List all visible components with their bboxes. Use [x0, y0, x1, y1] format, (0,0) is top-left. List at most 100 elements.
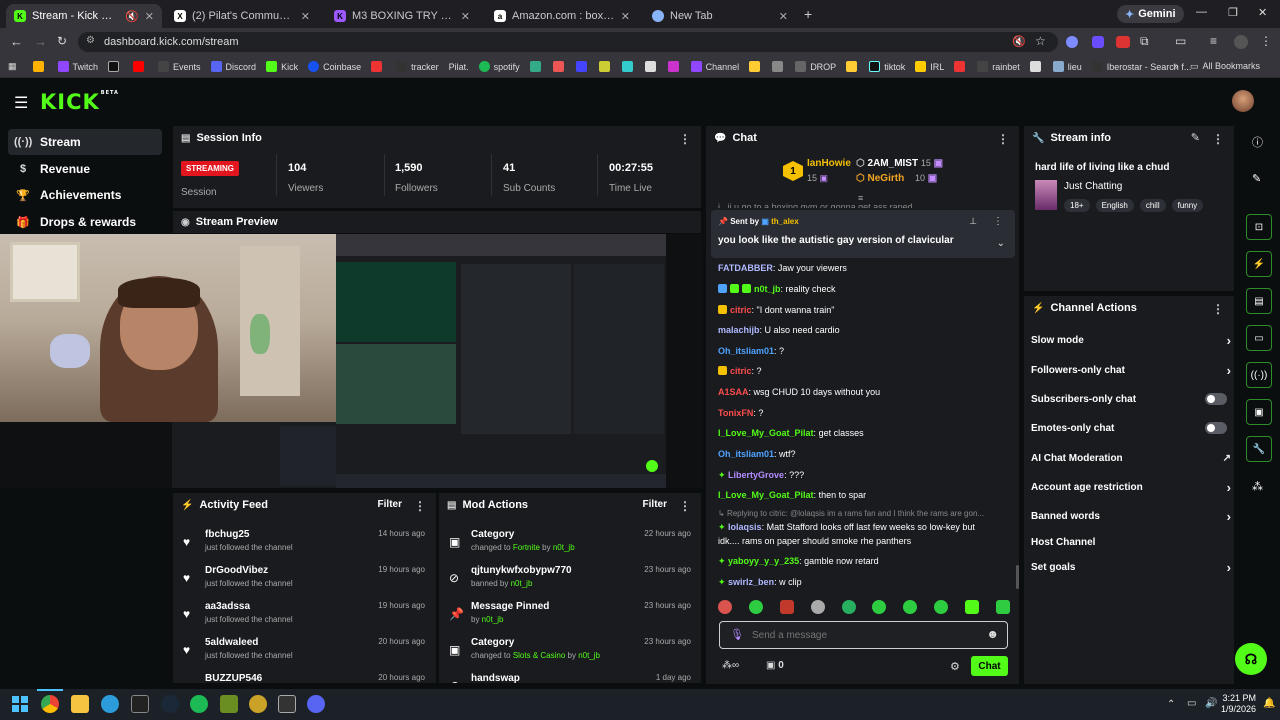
- close-tab-icon[interactable]: ✕: [301, 10, 310, 23]
- chat-username[interactable]: I_Love_My_Goat_Pilat: [718, 490, 814, 500]
- bookmark-item[interactable]: [1029, 61, 1045, 72]
- activity-user[interactable]: 5aldwaleed: [205, 637, 258, 648]
- forward-icon[interactable]: →: [34, 34, 47, 49]
- mod-action-moderator[interactable]: n0t_jb: [482, 615, 504, 624]
- chat-username[interactable]: I_Love_My_Goat_Pilat: [718, 428, 814, 438]
- emote-icon[interactable]: [872, 600, 887, 614]
- chat-settings-icon[interactable]: ⚙: [950, 660, 960, 673]
- wrench-icon[interactable]: 🔧: [1246, 436, 1272, 462]
- close-tab-icon[interactable]: ✕: [461, 10, 470, 23]
- app-icon[interactable]: [249, 695, 267, 713]
- activity-user[interactable]: DrGoodVibez: [205, 565, 268, 576]
- system-tray-chevron-icon[interactable]: ⌃: [1167, 699, 1175, 710]
- chat-username[interactable]: TonixFN: [718, 408, 753, 418]
- profile-avatar-icon[interactable]: [1234, 35, 1248, 49]
- more-options-icon[interactable]: ⋮: [1212, 302, 1224, 316]
- bookmark-twitch[interactable]: Twitch: [57, 61, 98, 72]
- close-tab-icon[interactable]: ✕: [145, 10, 154, 23]
- chat-username[interactable]: n0t_jb: [754, 284, 781, 294]
- spotify-taskbar-icon[interactable]: [190, 695, 208, 713]
- chat-username[interactable]: malachijb: [718, 325, 760, 335]
- bookmark-drop[interactable]: DROP: [795, 61, 836, 72]
- tab-new-tab[interactable]: New Tab ✕: [644, 4, 796, 28]
- microphone-icon[interactable]: 🎙: [730, 628, 744, 641]
- stream-preview-video[interactable]: [0, 234, 703, 488]
- bookmark-x[interactable]: [108, 61, 123, 72]
- kicks-balance[interactable]: ▣ 0: [766, 660, 784, 671]
- more-options-icon[interactable]: ⋮: [997, 132, 1009, 146]
- media-muted-icon[interactable]: 🔇: [1012, 35, 1026, 48]
- emote-icon[interactable]: [748, 600, 763, 614]
- host-channel-row[interactable]: Host Channel: [1031, 533, 1231, 551]
- user-avatar[interactable]: [1232, 90, 1254, 112]
- chat-username[interactable]: Oh_itsliam01: [718, 346, 774, 356]
- extension-icon[interactable]: [1092, 36, 1104, 48]
- activity-user[interactable]: fbchug25: [205, 529, 249, 540]
- chat-input-box[interactable]: 🎙 ☻: [719, 621, 1008, 649]
- pinned-more-icon[interactable]: ⋮: [993, 216, 1003, 227]
- extension-icon[interactable]: [1066, 36, 1078, 48]
- minecraft-icon[interactable]: [220, 695, 238, 713]
- bookmark-pilat[interactable]: Pilat.: [449, 62, 469, 72]
- windows-start-icon[interactable]: [12, 696, 28, 712]
- bookmark-channel[interactable]: Channel: [690, 61, 739, 72]
- bookmark-item[interactable]: [667, 61, 683, 72]
- pinned-user[interactable]: th_alex: [771, 217, 799, 226]
- bookmark-spotify[interactable]: spotify: [478, 61, 520, 72]
- info-icon[interactable]: ⓘ: [1252, 134, 1263, 150]
- bookmark-kick[interactable]: Kick: [266, 61, 298, 72]
- tab-amazon[interactable]: a Amazon.com : boxing gloves 14 ✕: [486, 4, 638, 28]
- bookmark-rainbet[interactable]: rainbet: [977, 61, 1020, 72]
- more-bookmarks-icon[interactable]: »: [1173, 61, 1179, 72]
- bookmark-tracker[interactable]: tracker: [396, 61, 439, 72]
- set-goals-row[interactable]: Set goals ›: [1031, 558, 1231, 576]
- file-explorer-icon[interactable]: [71, 695, 89, 713]
- unpin-icon[interactable]: ⊥: [969, 216, 977, 227]
- sidebar-item-revenue[interactable]: $ Revenue: [8, 156, 162, 182]
- reload-icon[interactable]: ↻: [57, 34, 67, 48]
- chat-bubble-icon[interactable]: ▭: [1246, 325, 1272, 351]
- banned-words-row[interactable]: Banned words ›: [1031, 507, 1231, 525]
- edit-pencil-icon[interactable]: ✎: [1191, 131, 1200, 144]
- bookmark-item[interactable]: [32, 61, 48, 72]
- leaderboard-user[interactable]: NeGirth: [868, 173, 905, 184]
- bookmark-item[interactable]: [371, 61, 386, 72]
- maximize-button[interactable]: ❐: [1228, 6, 1238, 19]
- emote-icon[interactable]: [779, 600, 794, 614]
- bookmark-coinbase[interactable]: Coinbase: [308, 61, 361, 72]
- mod-tools-icon[interactable]: ▣: [1246, 399, 1272, 425]
- tab-boxing-tryouts[interactable]: K M3 BOXING TRY OUTS !! WHO ✕: [326, 4, 478, 28]
- more-options-icon[interactable]: ⋮: [414, 499, 426, 513]
- steam-icon[interactable]: [161, 695, 179, 713]
- all-bookmarks-button[interactable]: ▭ All Bookmarks: [1190, 61, 1260, 72]
- kick-logo[interactable]: KICKBETA: [40, 90, 119, 114]
- more-options-icon[interactable]: ⋮: [679, 132, 691, 146]
- emoji-picker-icon[interactable]: ☻: [986, 627, 999, 641]
- chevron-down-icon[interactable]: ⌄: [997, 238, 1005, 249]
- chat-username[interactable]: A1SAA: [718, 387, 749, 397]
- channel-points-icon[interactable]: ⁂∞: [722, 660, 739, 671]
- new-tab-button[interactable]: +: [804, 6, 812, 22]
- browser-menu-icon[interactable]: ⋮: [1260, 34, 1272, 48]
- mod-action-moderator[interactable]: n0t_jb: [511, 579, 533, 588]
- filter-button[interactable]: Filter: [378, 499, 402, 510]
- back-icon[interactable]: ←: [10, 34, 23, 49]
- emote-icon[interactable]: [995, 600, 1010, 614]
- mod-action-moderator[interactable]: n0t_jb: [578, 651, 600, 660]
- emote-icon[interactable]: [718, 600, 732, 614]
- chat-message-input[interactable]: [752, 627, 972, 643]
- mute-tab-icon[interactable]: 🔇: [125, 10, 139, 23]
- network-icon[interactable]: ▭: [1187, 698, 1196, 709]
- bookmark-item[interactable]: [529, 61, 545, 72]
- sidebar-item-drops[interactable]: 🎁 Drops & rewards: [8, 209, 162, 235]
- discord-taskbar-icon[interactable]: [307, 695, 325, 713]
- site-info-icon[interactable]: ⚙: [86, 35, 95, 46]
- leaderboard-user[interactable]: 2AM_MIST: [868, 158, 919, 169]
- category-thumbnail[interactable]: [1035, 180, 1057, 210]
- bookmark-item[interactable]: [749, 61, 764, 72]
- emote-icon[interactable]: [903, 600, 918, 614]
- account-age-row[interactable]: Account age restriction ›: [1031, 478, 1231, 496]
- cast-icon[interactable]: ▭: [1175, 34, 1186, 48]
- mod-action-target[interactable]: Fortnite: [513, 543, 540, 552]
- app-icon[interactable]: [278, 695, 296, 713]
